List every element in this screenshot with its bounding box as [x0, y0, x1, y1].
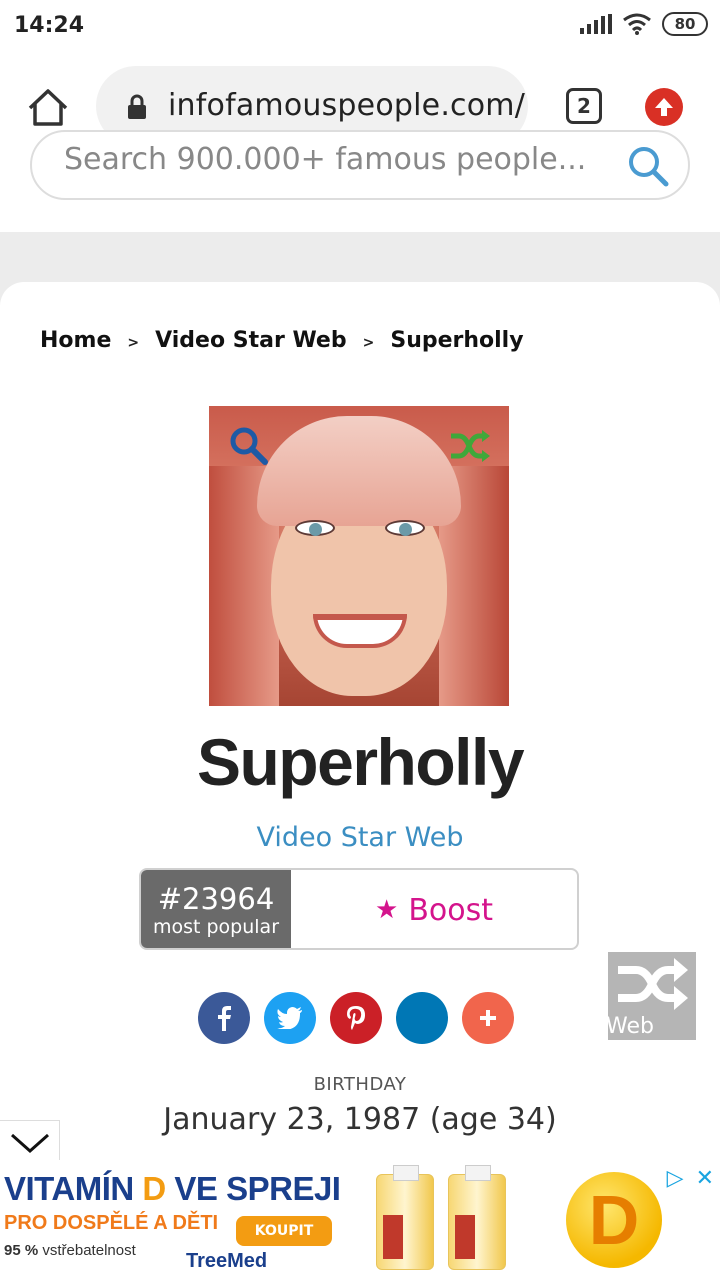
ad-banner[interactable]: VITAMÍN D VE SPREJI PRO DOSPĚLÉ A DĚTI K… — [0, 1160, 720, 1280]
ad-buy-button[interactable]: KOUPIT — [236, 1216, 332, 1246]
home-icon[interactable] — [26, 86, 70, 130]
popularity-box: #23964 most popular ★ Boost — [139, 868, 579, 950]
profession-link[interactable]: Video Star Web — [0, 822, 720, 853]
twitter-share-button[interactable] — [264, 992, 316, 1044]
site-header: Search 900.000+ famous people... — [0, 130, 720, 232]
hair — [257, 416, 461, 526]
facebook-icon — [218, 1006, 231, 1031]
search-placeholder: Search 900.000+ famous people... — [64, 142, 587, 177]
rank-number: #23964 — [157, 882, 275, 916]
shuffle-icon — [618, 958, 688, 1010]
ad-stat: 95 % vstřebatelnost — [4, 1242, 136, 1259]
random-person-button[interactable]: Web — [606, 952, 696, 1040]
tab-switcher-button[interactable]: 2 — [566, 88, 602, 124]
url-text: infofamouspeople.com/ — [168, 88, 526, 123]
signal-icon — [580, 14, 612, 34]
profile-photo[interactable] — [209, 406, 509, 706]
social-share-bar — [198, 992, 514, 1044]
close-icon[interactable]: ✕ — [696, 1166, 714, 1191]
rank-badge[interactable]: #23964 most popular — [141, 870, 291, 948]
breadcrumb-category[interactable]: Video Star Web — [155, 328, 347, 353]
ad-subtitle: PRO DOSPĚLÉ A DĚTI — [4, 1212, 219, 1234]
product-bottle-image — [448, 1165, 506, 1270]
rank-label: most popular — [152, 916, 280, 938]
zoom-icon[interactable] — [227, 424, 271, 468]
wifi-icon — [623, 13, 651, 35]
chevron-down-icon — [11, 1133, 49, 1154]
status-icons: 80 — [580, 12, 708, 36]
breadcrumb-current: Superholly — [390, 328, 524, 353]
arrow-up-icon — [655, 98, 673, 116]
search-icon[interactable] — [626, 144, 670, 188]
breadcrumb: Home > Video Star Web > Superholly — [40, 328, 524, 353]
pinterest-icon — [347, 1006, 365, 1030]
person-name: Superholly — [196, 725, 525, 799]
star-icon: ★ — [375, 895, 399, 925]
site-search-input[interactable]: Search 900.000+ famous people... — [30, 130, 690, 200]
breadcrumb-home[interactable]: Home — [40, 328, 111, 353]
shuffle-icon[interactable] — [449, 428, 491, 464]
facebook-share-button[interactable] — [198, 992, 250, 1044]
boost-label: Boost — [408, 892, 493, 928]
breadcrumb-separator: > — [127, 334, 140, 351]
breadcrumb-separator: > — [362, 334, 375, 351]
random-person-label: Web — [606, 1014, 654, 1039]
status-bar: 14:24 80 — [0, 0, 720, 52]
lock-icon — [128, 94, 146, 119]
profile-card: Home > Video Star Web > Superholly Super… — [0, 282, 720, 1182]
more-share-button[interactable] — [462, 992, 514, 1044]
linkedin-share-button[interactable] — [396, 992, 448, 1044]
boost-button[interactable]: ★ Boost — [291, 870, 577, 948]
ad-controls: ▷ ✕ — [667, 1166, 714, 1191]
ad-title: VITAMÍN D VE SPREJI — [4, 1170, 341, 1207]
adchoices-icon[interactable]: ▷ — [667, 1166, 684, 1191]
update-button[interactable] — [645, 88, 683, 126]
collapse-ad-button[interactable] — [0, 1120, 60, 1160]
plus-icon — [480, 1010, 496, 1026]
ad-brand: TreeMed — [186, 1250, 268, 1272]
twitter-icon — [277, 1007, 302, 1029]
battery-icon: 80 — [662, 12, 708, 36]
birthday-label: BIRTHDAY — [313, 1074, 407, 1095]
product-bottle-image — [376, 1165, 434, 1270]
pinterest-share-button[interactable] — [330, 992, 382, 1044]
status-time: 14:24 — [14, 13, 85, 38]
birthday-value: January 23, 1987 (age 34) — [163, 1102, 557, 1137]
vitamin-d-logo: D — [566, 1172, 662, 1268]
